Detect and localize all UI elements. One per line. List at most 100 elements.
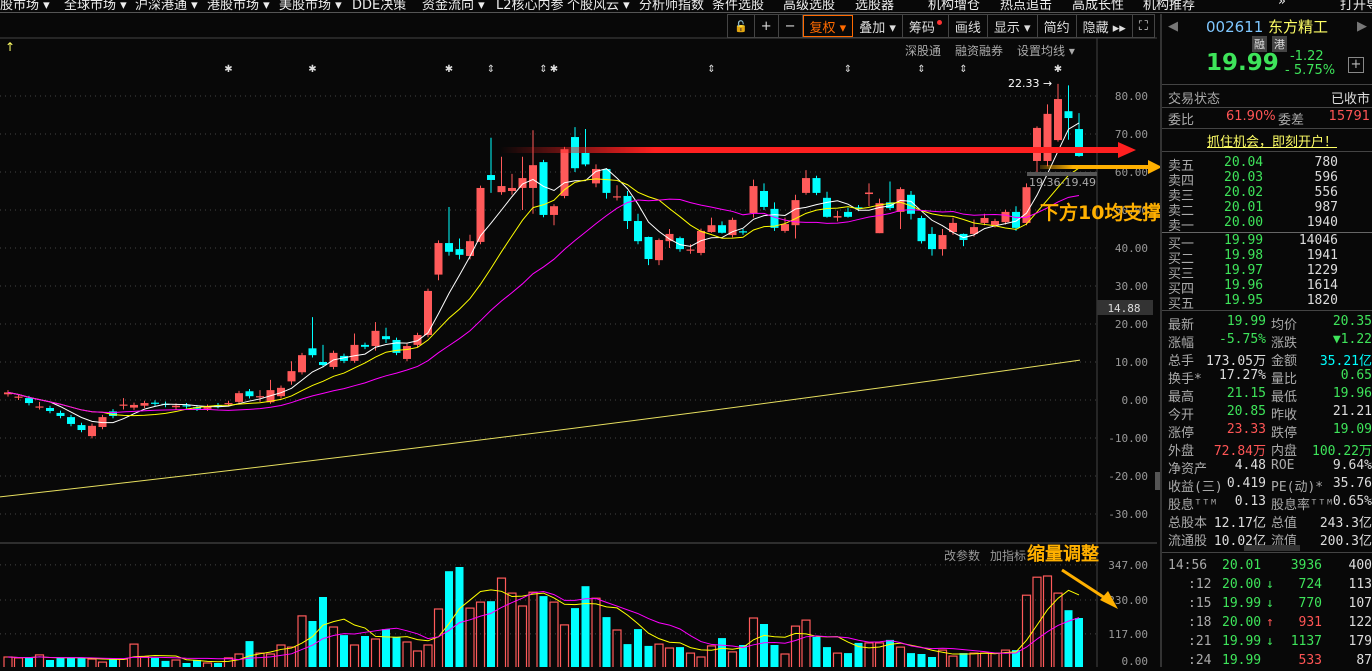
price-axis: 80.0070.0060.0050.0040.0030.0020.0010.00… bbox=[1108, 90, 1148, 667]
bid-price: 19.96 bbox=[1224, 278, 1264, 293]
list-item: 总手 173.05万 金额 35.21亿 bbox=[1168, 350, 1372, 369]
stat-label: 涨跌 bbox=[1271, 336, 1298, 351]
volume-bar bbox=[161, 660, 170, 667]
candle bbox=[623, 195, 632, 222]
volume-bar bbox=[77, 657, 86, 667]
price-axis-label: 20.00 bbox=[1115, 318, 1148, 331]
volume-bar bbox=[245, 641, 254, 667]
stat-value: 23.33 bbox=[1226, 422, 1266, 437]
menu-item[interactable]: 打开导航 bbox=[1340, 0, 1372, 12]
list-item: :24 19.99 533 87 bbox=[1168, 653, 1372, 671]
price-axis-label: 70.00 bbox=[1115, 128, 1148, 141]
event-marker-icon[interactable]: ✱ bbox=[1054, 64, 1062, 75]
event-marker-icon[interactable]: ✱ bbox=[550, 64, 558, 75]
stat-value: 20.35 bbox=[1332, 314, 1372, 329]
panel-resize-handle[interactable] bbox=[1244, 545, 1300, 551]
candle bbox=[539, 162, 548, 215]
volume-bar bbox=[475, 601, 486, 667]
candle bbox=[308, 348, 317, 356]
prev-stock-button[interactable]: ◀ bbox=[1168, 19, 1178, 34]
volume-bar bbox=[664, 647, 675, 667]
candle bbox=[739, 231, 747, 233]
candle bbox=[130, 404, 138, 408]
stat-value: 20.85 bbox=[1226, 404, 1266, 419]
price-change: -1.22 bbox=[1290, 49, 1324, 64]
tick-count: 107 bbox=[1348, 596, 1372, 611]
event-marker-icon[interactable]: ✱ bbox=[445, 64, 453, 75]
stock-name: 东方精工 bbox=[1268, 18, 1329, 36]
volume-axis-label: 347.00 bbox=[1108, 559, 1148, 572]
stat-label: 总值 bbox=[1271, 516, 1298, 531]
volume-bar bbox=[361, 636, 369, 667]
list-item: 收益(三) 0.419 PE(动)* 35.76 bbox=[1168, 476, 1372, 495]
price-axis-label: -20.00 bbox=[1108, 470, 1148, 483]
candle bbox=[445, 243, 453, 252]
stat-value: 35.21亿 bbox=[1319, 354, 1372, 369]
stat-label: 金额 bbox=[1271, 354, 1298, 369]
event-marker-icon[interactable]: ✱ bbox=[224, 64, 232, 75]
volume-bar bbox=[255, 652, 265, 667]
event-marker-icon[interactable]: ⇕ bbox=[487, 64, 495, 75]
event-marker-icon[interactable]: ⇕ bbox=[917, 64, 925, 75]
ask-volume: 987 bbox=[1314, 200, 1338, 215]
candle bbox=[917, 217, 926, 242]
volume-bar bbox=[770, 645, 779, 667]
add-watchlist-button[interactable]: + bbox=[1348, 57, 1364, 73]
candle bbox=[613, 196, 621, 198]
menu-item[interactable]: » bbox=[1278, 0, 1286, 9]
weibi-value: 61.90% bbox=[1226, 109, 1276, 124]
volume-bar bbox=[1021, 594, 1032, 667]
promo-link[interactable]: 抓住机会，即刻开户！ bbox=[1207, 131, 1337, 150]
candle bbox=[508, 187, 516, 191]
volume-arrow-line bbox=[1061, 568, 1109, 602]
volume-bar bbox=[487, 601, 495, 667]
support-annotation: 下方10均支撑 bbox=[1040, 201, 1160, 224]
volume-bar bbox=[780, 653, 790, 667]
volume-bar bbox=[801, 619, 811, 667]
volume-bar bbox=[25, 657, 33, 667]
candle bbox=[434, 243, 443, 275]
event-marker-icon[interactable]: ⇕ bbox=[959, 64, 967, 75]
stat-value: 173.05万 bbox=[1206, 354, 1266, 369]
stat-label: 今开 bbox=[1168, 408, 1195, 423]
tick-price: 20.00 bbox=[1222, 577, 1262, 592]
bid-price: 19.97 bbox=[1224, 263, 1264, 278]
candle bbox=[749, 186, 758, 214]
candle bbox=[14, 396, 23, 398]
volume-bar bbox=[286, 646, 297, 667]
ask-price: 20.01 bbox=[1224, 200, 1264, 215]
volume-bar bbox=[676, 647, 684, 667]
volume-bar bbox=[591, 597, 601, 667]
candle bbox=[35, 406, 44, 408]
candle bbox=[25, 398, 33, 404]
tick-price: 20.01 bbox=[1222, 558, 1262, 573]
volume-bar bbox=[402, 641, 412, 667]
volume-bar bbox=[718, 638, 726, 667]
event-marker-icon[interactable]: ⇕ bbox=[539, 64, 547, 75]
add-indicator-link: 加指标 bbox=[990, 548, 1026, 563]
bid-price: 19.95 bbox=[1224, 293, 1264, 308]
list-item: :15 19.99 ↓ 770 107 bbox=[1168, 596, 1372, 614]
candle bbox=[991, 221, 999, 226]
candle bbox=[718, 225, 726, 233]
event-marker-icon[interactable]: ✱ bbox=[308, 64, 316, 75]
event-marker-icon[interactable]: ⇕ bbox=[844, 64, 852, 75]
volume-bar bbox=[517, 605, 528, 667]
stat-value: 0.13 bbox=[1234, 494, 1266, 509]
volume-bar bbox=[214, 663, 222, 667]
volume-bar bbox=[151, 657, 159, 667]
bid-volume: 1941 bbox=[1306, 248, 1338, 263]
stat-value: 17.27% bbox=[1219, 368, 1266, 383]
volume-bar bbox=[319, 597, 327, 667]
stat-value: 200.3亿 bbox=[1319, 534, 1372, 549]
stat-label: 均价 bbox=[1271, 318, 1298, 333]
volume-bar bbox=[56, 657, 65, 667]
volume-bar bbox=[465, 607, 475, 667]
candle bbox=[529, 165, 537, 188]
change-params-link: 改参数 bbox=[944, 548, 980, 563]
tick-price: 20.00 bbox=[1222, 615, 1262, 630]
event-marker-icon[interactable]: ⇕ bbox=[707, 64, 715, 75]
event-markers: ✱ ✱ ✱ ⇕ ⇕ ✱ ⇕ ⇕ ⇕ ⇕ ✱ bbox=[224, 64, 1062, 75]
kline-chart[interactable]: 80.0070.0060.0050.0040.0030.0020.0010.00… bbox=[0, 0, 1160, 667]
next-stock-button[interactable]: ▶ bbox=[1357, 19, 1367, 34]
